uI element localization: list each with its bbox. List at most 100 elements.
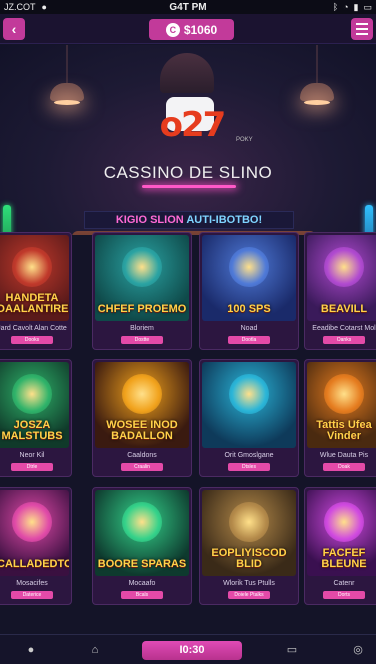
game-name: Jard Cavolt Alan Cotte: [0, 325, 67, 332]
game-emblem-icon: [12, 502, 52, 542]
game-name: Eeadibe Cotarst Mol: [312, 325, 376, 332]
game-thumbnail[interactable]: JOSZA MALSTUBS: [0, 362, 69, 448]
game-name: Bloriem: [130, 325, 154, 332]
settings-icon[interactable]: ◎: [351, 644, 365, 657]
lamp-cord: [316, 45, 318, 83]
section-title-part1: KIGIO SLION: [115, 214, 187, 226]
game-art-title: EOPLIYISCOD BLID: [211, 547, 287, 570]
logo-number: o27: [159, 105, 227, 145]
game-name: Caaldons: [127, 452, 157, 459]
back-button[interactable]: ‹: [3, 18, 25, 40]
game-thumbnail[interactable]: CHFEF PROEMO: [95, 235, 189, 321]
game-emblem-icon: [229, 502, 269, 542]
neon-sign-left: [3, 205, 11, 235]
game-thumbnail[interactable]: FACFEF BLEUNE: [307, 490, 376, 576]
play-chip-button[interactable]: Doak: [323, 463, 365, 471]
game-emblem-icon: [229, 247, 269, 287]
game-name: Mosacifes: [16, 580, 48, 587]
game-thumbnail[interactable]: CALLADEDTOS: [0, 490, 69, 576]
game-emblem-icon: [12, 374, 52, 414]
game-art-title: HANDETA DAALANTIRES: [0, 292, 69, 315]
casino-title: CASSINO DE SLINO: [103, 163, 273, 182]
game-thumbnail[interactable]: WOSEE INOD BADALLON: [95, 362, 189, 448]
game-art-title: JOSZA MALSTUBS: [1, 419, 63, 442]
game-art-title: CALLADEDTOS: [0, 558, 69, 570]
game-card[interactable]: BOORE SPARAS Mocaafo Bcals: [92, 487, 192, 605]
play-chip-button[interactable]: Dootla: [228, 336, 270, 344]
game-name: Wlorik Tus Ptulls: [223, 580, 275, 587]
game-art-title: FACFEF BLEUNE: [321, 547, 367, 570]
game-thumbnail[interactable]: HANDETA DAALANTIRES: [0, 235, 69, 321]
game-thumbnail[interactable]: 100 SPS: [202, 235, 296, 321]
balance-display[interactable]: C $1060: [149, 19, 234, 40]
play-chip-button[interactable]: Daterice: [11, 591, 53, 599]
game-card[interactable]: Tattis Ufea Vinder Wlue Dauta Pis Doak: [304, 359, 376, 477]
game-art-title: Tattis Ufea Vinder: [316, 419, 372, 442]
game-card[interactable]: JOSZA MALSTUBS Neor Kil Dtrle: [0, 359, 72, 477]
game-name: Noad: [240, 325, 258, 332]
game-emblem-icon: [229, 374, 269, 414]
game-card[interactable]: 100 SPS Noad Dootla: [199, 232, 299, 350]
neon-sign-right: [365, 205, 373, 235]
status-bar: JZ.COT ● G4T PM ᛒ ◔ ▮ ▭: [0, 0, 376, 14]
coin-icon: C: [165, 22, 180, 37]
game-art-title: WOSEE INOD BADALLON: [106, 419, 178, 442]
chat-icon[interactable]: ●: [24, 644, 38, 657]
menu-icon: [356, 23, 368, 25]
lamp-left-icon: [50, 83, 84, 105]
game-emblem-icon: [122, 502, 162, 542]
game-thumbnail[interactable]: BEAVILL: [307, 235, 376, 321]
game-name: Orit Gmoslgane: [224, 452, 274, 459]
game-emblem-icon: [324, 247, 364, 287]
lamp-right-icon: [300, 83, 334, 105]
section-title-part2: AUTI-IBOTBO!: [186, 214, 263, 226]
lamp-cord: [66, 45, 68, 83]
game-thumbnail[interactable]: EOPLIYISCOD BLID: [202, 490, 296, 576]
game-thumbnail[interactable]: [202, 362, 296, 448]
dome-decoration: [160, 53, 214, 93]
game-emblem-icon: [12, 247, 52, 287]
menu-button[interactable]: [351, 18, 373, 40]
game-name: Catenr: [333, 580, 355, 587]
game-card[interactable]: WOSEE INOD BADALLON Caaldons Craalin: [92, 359, 192, 477]
game-art-title: BOORE SPARAS: [97, 558, 187, 570]
game-art-title: CHFEF PROEMO: [97, 303, 187, 315]
game-thumbnail[interactable]: Tattis Ufea Vinder: [307, 362, 376, 448]
play-chip-button[interactable]: Dostte: [121, 336, 163, 344]
top-bar: ‹ C $1060: [0, 14, 376, 44]
game-art-title: BEAVILL: [320, 303, 368, 315]
game-grid: HANDETA DAALANTIRES Jard Cavolt Alan Cott…: [0, 232, 376, 612]
play-chip-button[interactable]: Oanks: [323, 336, 365, 344]
logo-small-text: POKY: [236, 137, 253, 143]
game-card[interactable]: CALLADEDTOS Mosacifes Daterice: [0, 487, 72, 605]
game-thumbnail[interactable]: BOORE SPARAS: [95, 490, 189, 576]
wallet-icon[interactable]: ▭: [285, 644, 299, 657]
play-chip-button[interactable]: Dtsles: [228, 463, 270, 471]
play-chip-button[interactable]: Craalin: [121, 463, 163, 471]
center-action-button[interactable]: I0:30: [142, 641, 242, 660]
hero-banner: o27 POKY CASSINO DE SLINO: [0, 45, 376, 235]
status-time: G4T PM: [169, 1, 207, 13]
play-chip-button[interactable]: Dorts: [323, 591, 365, 599]
game-card[interactable]: Orit Gmoslgane Dtsles: [199, 359, 299, 477]
game-name: Wlue Dauta Pis: [319, 452, 369, 459]
game-name: Neor Kil: [19, 452, 45, 459]
game-name: Mocaafo: [128, 580, 156, 587]
game-card[interactable]: EOPLIYISCOD BLID Wlorik Tus Ptulls Doiele …: [199, 487, 299, 605]
play-chip-button[interactable]: Dtrle: [11, 463, 53, 471]
game-art-title: 100 SPS: [227, 303, 271, 315]
game-emblem-icon: [324, 374, 364, 414]
home-icon[interactable]: ⌂: [88, 644, 102, 657]
game-card[interactable]: CHFEF PROEMO Bloriem Dostte: [92, 232, 192, 350]
bottom-bar: ● ⌂ I0:30 ▭ ◎: [0, 634, 376, 664]
chevron-left-icon: ‹: [11, 21, 17, 37]
game-card[interactable]: FACFEF BLEUNE Catenr Dorts: [304, 487, 376, 605]
play-chip-button[interactable]: Dooks: [11, 336, 53, 344]
balance-value: $1060: [183, 22, 218, 37]
game-card[interactable]: HANDETA DAALANTIRES Jard Cavolt Alan Cott…: [0, 232, 72, 350]
play-chip-button[interactable]: Bcals: [121, 591, 163, 599]
game-emblem-icon: [122, 374, 162, 414]
section-header: KIGIO SLION AUTI-IBOTBO!: [84, 211, 294, 229]
play-chip-button[interactable]: Doiele Ptalks: [228, 591, 270, 599]
game-card[interactable]: BEAVILL Eeadibe Cotarst Mol Oanks: [304, 232, 376, 350]
